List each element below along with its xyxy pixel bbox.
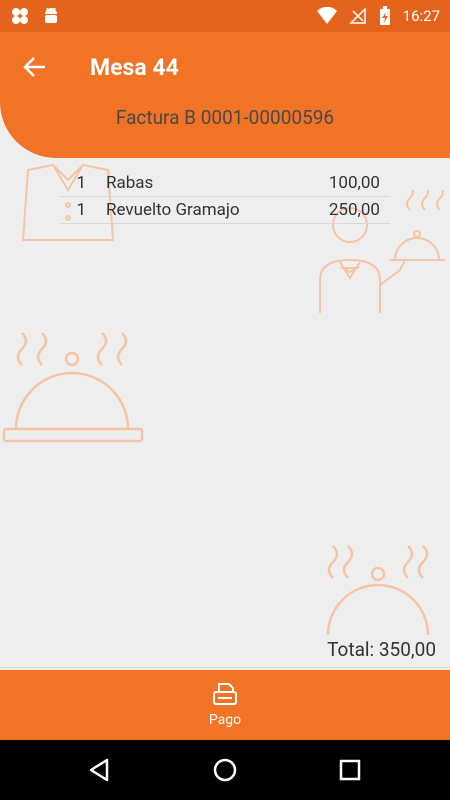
status-bar: 16:27	[0, 0, 450, 32]
printer-icon	[213, 683, 237, 705]
cloche-illustration-bottom	[326, 545, 430, 635]
list-item[interactable]: 1 Revuelto Gramajo 250,00	[60, 197, 390, 224]
app-bar: Mesa 44 Factura B 0001-00000596	[0, 32, 450, 158]
bottom-bar: Pago	[0, 670, 450, 740]
recents-square-icon	[339, 759, 361, 781]
status-time: 16:27	[402, 7, 440, 25]
home-circle-icon	[213, 758, 237, 782]
wifi-icon	[316, 7, 337, 24]
item-amount: 100,00	[328, 173, 380, 193]
item-quantity: 1	[76, 200, 86, 220]
clover-icon	[12, 8, 28, 24]
item-name: Revuelto Gramajo	[106, 200, 240, 220]
back-triangle-icon	[89, 758, 109, 782]
nav-back-button[interactable]	[85, 755, 115, 785]
nav-recents-button[interactable]	[335, 755, 365, 785]
battery-charging-icon	[379, 6, 390, 25]
back-button[interactable]	[20, 52, 50, 82]
item-name: Rabas	[106, 173, 154, 193]
no-signal-icon	[348, 7, 366, 24]
list-item[interactable]: 1 Rabas 100,00	[60, 170, 390, 197]
invoice-number: Factura B 0001-00000596	[115, 106, 335, 129]
nav-home-button[interactable]	[210, 755, 240, 785]
page-title: Mesa 44	[90, 54, 179, 81]
pago-label: Pago	[208, 712, 242, 728]
divider	[0, 667, 450, 668]
item-quantity: 1	[76, 173, 86, 193]
total-amount: Total: 350,00	[327, 638, 436, 661]
arrow-back-icon	[23, 57, 45, 77]
android-icon	[45, 7, 57, 23]
pago-button[interactable]: Pago	[175, 670, 275, 740]
order-items-list: 1 Rabas 100,00 1 Revuelto Gramajo 250,00	[60, 170, 390, 224]
cloche-illustration	[2, 332, 144, 443]
system-nav-bar	[0, 740, 450, 800]
item-amount: 250,00	[328, 200, 380, 220]
